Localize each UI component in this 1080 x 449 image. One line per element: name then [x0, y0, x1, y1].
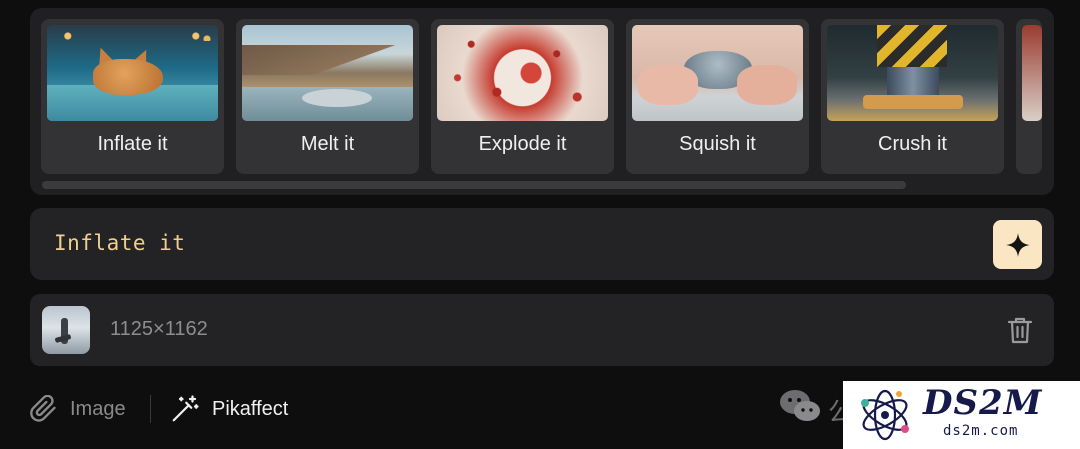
effect-thumbnail-crush [827, 25, 998, 121]
pikaffect-button[interactable]: Pikaffect [170, 394, 288, 424]
sparkle-icon [1005, 232, 1030, 257]
prompt-input[interactable]: Inflate it [30, 208, 1054, 280]
image-upload-button[interactable]: Image [30, 394, 126, 424]
effect-card-melt[interactable]: Melt it [236, 19, 419, 174]
effect-thumbnail-partial [1022, 25, 1042, 121]
effect-label: Melt it [300, 133, 355, 155]
image-dimensions: 1125×1162 [110, 318, 208, 340]
watermark-subtitle: ds2m.com [943, 423, 1019, 439]
watermark-title: DS2M [923, 383, 1043, 423]
effect-thumbnail-squish [632, 25, 803, 121]
magic-wand-icon [172, 395, 199, 422]
ds2m-watermark: DS2M ds2m.com [843, 381, 1080, 449]
paperclip-icon [30, 395, 56, 422]
effect-card-crush[interactable]: Crush it [821, 19, 1004, 174]
effect-label: Inflate it [97, 133, 168, 155]
effect-thumbnail-explode [437, 25, 608, 121]
effect-card-squish[interactable]: Squish it [626, 19, 809, 174]
generate-button[interactable] [993, 220, 1042, 269]
effects-carousel[interactable]: Inflate it Melt it Explode it Squish it … [30, 8, 1054, 195]
attached-image-row: 1125×1162 [30, 294, 1054, 366]
effect-thumbnail-inflate [47, 25, 218, 121]
effect-label: Crush it [878, 133, 947, 155]
trash-icon [1007, 317, 1033, 344]
effect-card-explode[interactable]: Explode it [431, 19, 614, 174]
attached-image-thumbnail[interactable] [42, 306, 90, 354]
carousel-scrollbar[interactable] [42, 181, 906, 189]
effects-row: Inflate it Melt it Explode it Squish it … [41, 19, 1042, 174]
wechat-icon [778, 386, 822, 426]
effect-label: Explode it [478, 133, 567, 155]
effect-card-inflate[interactable]: Inflate it [41, 19, 224, 174]
toolbar-divider [150, 395, 151, 423]
effect-card-partial[interactable] [1016, 19, 1042, 174]
pikaffect-label: Pikaffect [212, 397, 289, 420]
delete-image-button[interactable] [1006, 315, 1034, 345]
effect-thumbnail-melt [242, 25, 413, 121]
image-label: Image [70, 397, 126, 420]
atom-logo-icon [861, 389, 909, 441]
effect-label: Squish it [679, 133, 756, 155]
prompt-text[interactable]: Inflate it [54, 231, 185, 255]
